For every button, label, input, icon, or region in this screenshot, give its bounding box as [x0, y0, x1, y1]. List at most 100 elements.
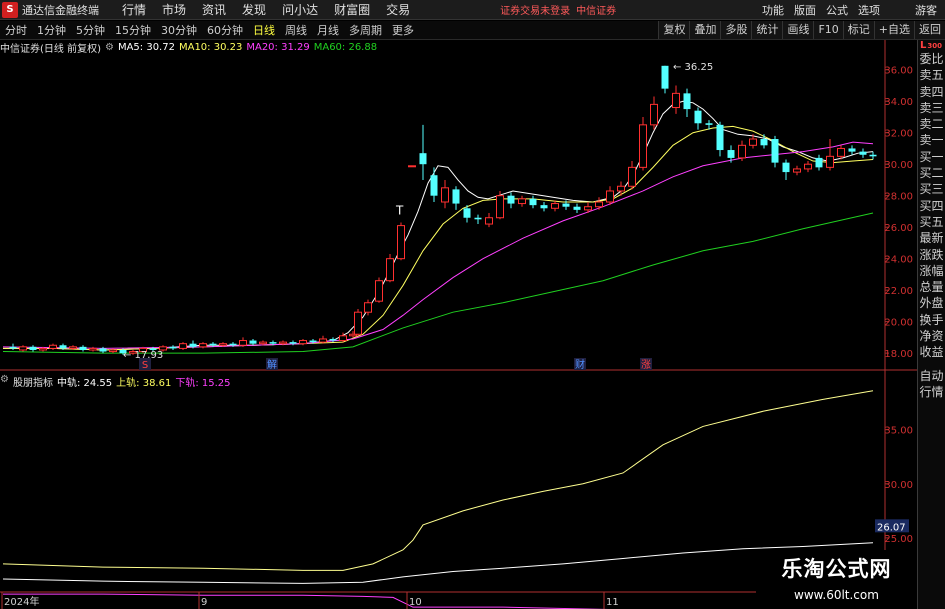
candle-body [540, 205, 548, 209]
add-watchlist-button[interactable]: +自选 [873, 21, 914, 39]
candle-body [562, 203, 570, 207]
candle-body [804, 163, 812, 170]
panel-item-8[interactable]: 买三 [918, 181, 945, 197]
candle-body [59, 345, 67, 349]
candle-body [452, 189, 460, 204]
f10-button[interactable]: F10 [813, 21, 843, 39]
menu-item-ask[interactable]: 问小达 [274, 1, 326, 18]
candle-body [259, 341, 267, 345]
menu-item-trade[interactable]: 交易 [378, 1, 418, 18]
tab-5min[interactable]: 5分钟 [71, 22, 110, 38]
ma-line-ma20 [2, 141, 874, 349]
tab-intraday[interactable]: 分时 [0, 22, 32, 38]
candle-body [551, 203, 559, 209]
panel-item-7[interactable]: 买二 [918, 165, 945, 181]
event-unlock-mark: 解 [267, 358, 277, 371]
menu-formula[interactable]: 公式 [821, 2, 853, 18]
guest-user[interactable]: 游客 [915, 2, 937, 18]
stats-button[interactable]: 统计 [751, 21, 783, 39]
tab-multi-period[interactable]: 多周期 [344, 22, 387, 38]
candle-body [727, 150, 735, 158]
candle-body [760, 139, 768, 146]
candle-body [375, 280, 383, 302]
panel-item-18[interactable]: 收益 [918, 344, 945, 360]
tab-more[interactable]: 更多 [387, 22, 419, 38]
panel-item-11[interactable]: 最新 [918, 230, 945, 246]
candle-body [595, 201, 603, 208]
settings-gear-icon[interactable]: ⚙ [105, 42, 114, 53]
candle-body [441, 187, 449, 203]
candle-body [485, 217, 493, 225]
candle-body [79, 346, 87, 350]
candle-body [209, 343, 217, 346]
login-notice[interactable]: 证券交易未登录 中信证券 [500, 2, 616, 17]
panel-item-4[interactable]: 卖二 [918, 116, 945, 132]
candle-body [408, 165, 416, 168]
panel-item-6[interactable]: 买一 [918, 149, 945, 165]
ind-line-上轨 [2, 390, 874, 571]
menu-item-quotes[interactable]: 行情 [114, 1, 154, 18]
panel-bottom-item-0[interactable]: 自动 [918, 368, 945, 384]
panel-item-0[interactable]: 委比 [918, 51, 945, 67]
candle-body [661, 65, 669, 89]
indicator-info-line: ⚙ 股朋指标 中轨: 24.55 上轨: 38.61 下轨: 15.25 [0, 374, 235, 389]
menu-options[interactable]: 选项 [853, 2, 885, 18]
panel-item-16[interactable]: 换手 [918, 312, 945, 328]
watermark: 乐淘公式网 www.60lt.com [756, 550, 917, 609]
candle-body [859, 151, 867, 155]
panel-item-3[interactable]: 卖三 [918, 100, 945, 116]
menu-item-market[interactable]: 市场 [154, 1, 194, 18]
adjust-button[interactable]: 复权 [658, 21, 690, 39]
tab-daily[interactable]: 日线 [248, 22, 280, 38]
candle-body [169, 346, 177, 349]
panel-item-13[interactable]: 涨幅 [918, 263, 945, 279]
price-chart[interactable]: 36.00 34.00 32.00 30.00 28.00 26.00 24.00 22.00… [0, 40, 917, 371]
mark-button[interactable]: 标记 [842, 21, 874, 39]
panel-item-1[interactable]: 卖五 [918, 67, 945, 83]
panel-item-14[interactable]: 总量 [918, 279, 945, 295]
candle-body [319, 338, 327, 343]
panel-item-9[interactable]: 买四 [918, 198, 945, 214]
app-title: 通达信金融终端 [22, 3, 99, 17]
panel-bottom-item-1[interactable]: 行情 [918, 384, 945, 400]
tab-30min[interactable]: 30分钟 [156, 22, 202, 38]
tab-1min[interactable]: 1分钟 [32, 22, 71, 38]
price-tick-label: 22.00 [884, 286, 913, 297]
menu-item-wealth[interactable]: 财富圈 [326, 1, 378, 18]
multi-stock-button[interactable]: 多股 [720, 21, 752, 39]
candle-body [716, 124, 724, 151]
panel-item-17[interactable]: 净资 [918, 328, 945, 344]
event-finance-mark: 财 [575, 358, 585, 371]
candle-body [837, 147, 845, 157]
menu-function[interactable]: 功能 [757, 2, 789, 18]
price-tick-label: 36.00 [884, 66, 913, 77]
panel-item-15[interactable]: 外盘 [918, 295, 945, 311]
ind-tick-label: 35.00 [884, 426, 913, 437]
panel-item-10[interactable]: 买五 [918, 214, 945, 230]
candle-body [354, 311, 362, 335]
panel-item-2[interactable]: 卖四 [918, 84, 945, 100]
menu-item-news[interactable]: 资讯 [194, 1, 234, 18]
tab-weekly[interactable]: 周线 [280, 22, 312, 38]
draw-line-button[interactable]: 画线 [782, 21, 814, 39]
candle-body [771, 139, 779, 163]
max-price-label: ← 36.25 [673, 62, 713, 73]
tab-monthly[interactable]: 月线 [312, 22, 344, 38]
candle-body [463, 208, 471, 218]
date-label: 9 [201, 597, 207, 608]
indicator-gear-icon[interactable]: ⚙ [0, 374, 9, 389]
menu-item-discover[interactable]: 发现 [234, 1, 274, 18]
candle-body [179, 343, 187, 349]
menu-layout[interactable]: 版面 [789, 2, 821, 18]
tab-60min[interactable]: 60分钟 [202, 22, 248, 38]
ma20-value: MA20: 31.29 [246, 42, 310, 53]
panel-item-5[interactable]: 卖一 [918, 132, 945, 148]
candle-body [219, 343, 227, 346]
tab-15min[interactable]: 15分钟 [110, 22, 156, 38]
overlay-button[interactable]: 叠加 [689, 21, 721, 39]
back-button[interactable]: 返回 [914, 21, 945, 39]
candle-body [229, 343, 237, 346]
panel-item-12[interactable]: 涨跌 [918, 247, 945, 263]
candle-body [694, 110, 702, 124]
candle-body [815, 157, 823, 168]
